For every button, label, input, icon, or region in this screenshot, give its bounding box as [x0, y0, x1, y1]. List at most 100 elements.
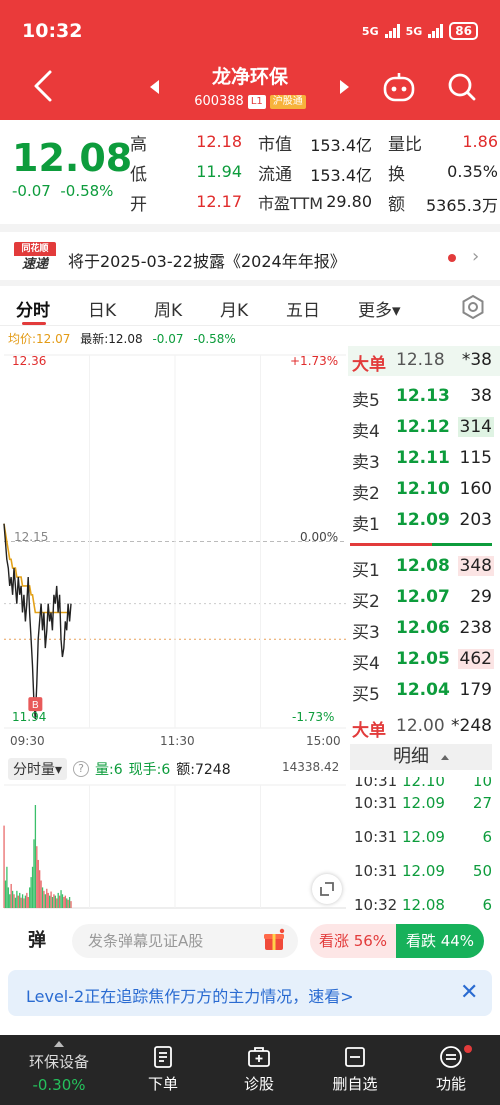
- bearish-vote-button[interactable]: 看跌 44%: [396, 924, 484, 958]
- network-label-2: 5G: [405, 24, 423, 38]
- document-icon: [154, 1046, 172, 1068]
- volume-bar: [58, 895, 61, 908]
- volume-bar: [40, 880, 42, 908]
- float-label: 流通: [258, 165, 292, 185]
- big-sell-price: 12.18: [396, 350, 445, 370]
- trade-price: 12.09: [402, 862, 445, 880]
- announcement-bar[interactable]: 同花顺 速递 将于2025-03-22披露《2024年年报》 ›: [0, 224, 500, 276]
- tab-daily-k[interactable]: 日K: [88, 296, 116, 321]
- network-label-1: 5G: [361, 24, 379, 38]
- current-hand-value: 现手:6: [128, 762, 171, 778]
- volume-bar: [51, 897, 54, 908]
- status-time: 10:32: [22, 20, 83, 42]
- market-tag: 沪股通: [269, 94, 306, 109]
- volume-bar: [57, 892, 59, 908]
- nav-diagnose[interactable]: 诊股: [214, 1043, 304, 1094]
- level2-banner-text: Level-2正在追踪焦作万方的主力情况，速看>: [26, 987, 354, 1006]
- battery-icon: 86: [449, 22, 478, 40]
- trade-volume: 6: [482, 828, 492, 846]
- nav-remove-watchlist[interactable]: 删自选: [310, 1043, 400, 1094]
- menu-circle-icon: [440, 1046, 462, 1068]
- ask-volume: 203: [459, 510, 492, 530]
- nav-remove-label: 删自选: [332, 1075, 378, 1093]
- bid-row[interactable]: 买3 12.06 238: [348, 614, 494, 644]
- y-axis-bottom: 11.94: [12, 710, 47, 724]
- tab-monthly-k[interactable]: 月K: [220, 296, 248, 321]
- pct-axis-mid: 0.00%: [300, 530, 339, 544]
- volume-header: 分时量▾ ? 量:6 现手:6 额:7248: [8, 758, 231, 780]
- danmu-icon[interactable]: 弹: [28, 926, 46, 952]
- mktcap-label: 市值: [258, 135, 292, 155]
- expand-icon[interactable]: [312, 874, 342, 904]
- volume-bar: [68, 897, 71, 908]
- logo-top-text: 同花顺: [14, 242, 56, 256]
- volume-value: 量:6: [95, 762, 123, 778]
- level-tag: L1: [247, 94, 266, 109]
- ask-row[interactable]: 卖1 12.09 203: [348, 506, 494, 536]
- settings-icon[interactable]: [460, 294, 486, 320]
- tab-more[interactable]: 更多▾: [358, 296, 401, 321]
- help-icon[interactable]: ?: [73, 761, 90, 777]
- big-buy-row[interactable]: 大单 12.00 *248: [348, 712, 494, 742]
- ask-price: 12.13: [396, 386, 450, 406]
- ask-row[interactable]: 卖2 12.10 160: [348, 475, 494, 505]
- trade-price: 12.08: [402, 896, 445, 914]
- nav-functions[interactable]: 功能: [406, 1043, 496, 1094]
- volume-bar: [56, 898, 58, 908]
- level2-banner[interactable]: Level-2正在追踪焦作万方的主力情况，速看> ✕: [8, 970, 492, 1016]
- ask-row[interactable]: 卖5 12.13 38: [348, 382, 494, 412]
- nav-order-label: 下单: [147, 1075, 178, 1093]
- sector-button[interactable]: 环保设备 -0.30%: [14, 1041, 104, 1094]
- tab-intraday[interactable]: 分时: [16, 296, 50, 321]
- bid-row[interactable]: 买2 12.07 29: [348, 583, 494, 613]
- bid-row[interactable]: 买4 12.05 462: [348, 645, 494, 675]
- latest-price-info: 最新:12.08: [80, 332, 143, 346]
- trade-detail-header[interactable]: 明细: [350, 744, 492, 770]
- turnover-label: 换: [388, 165, 405, 185]
- next-stock-icon[interactable]: [340, 80, 349, 94]
- bid-row[interactable]: 买5 12.04 179: [348, 676, 494, 706]
- pct-axis-top: +1.73%: [290, 354, 339, 368]
- float-value: 153.4亿: [310, 166, 372, 185]
- volume-bar: [61, 894, 64, 908]
- trade-row: 10:32 12.08 6: [354, 892, 492, 918]
- volume-bar: [43, 890, 45, 908]
- bid-row[interactable]: 买1 12.08 348: [348, 552, 494, 582]
- volume-bar: [70, 901, 72, 908]
- volume-bar: [16, 890, 18, 908]
- big-sell-row[interactable]: 大单 12.18 *38: [348, 346, 494, 376]
- bid-label: 买4: [352, 654, 380, 674]
- search-icon[interactable]: [446, 71, 478, 103]
- book-divider-red: [350, 543, 432, 546]
- volume-bar: [37, 859, 39, 908]
- nav-functions-label: 功能: [435, 1075, 466, 1093]
- volume-bar: [11, 890, 14, 908]
- ask-label: 卖1: [352, 515, 380, 535]
- big-buy-price: 12.00: [396, 716, 445, 736]
- ask-row[interactable]: 卖4 12.12 314: [348, 413, 494, 443]
- ask-row[interactable]: 卖3 12.11 115: [348, 444, 494, 474]
- tab-five-day[interactable]: 五日: [286, 296, 320, 321]
- trade-volume: 6: [482, 896, 492, 914]
- volume-max-label: 14338.42: [282, 760, 340, 774]
- tab-weekly-k[interactable]: 周K: [154, 296, 182, 321]
- danmu-bar: 弹 发条弹幕见证A股 看涨 56% 看跌 44%: [0, 916, 500, 964]
- bid-label: 买3: [352, 623, 380, 643]
- close-icon[interactable]: ✕: [460, 980, 478, 1005]
- gift-icon[interactable]: [262, 928, 286, 952]
- bid-price: 12.05: [396, 649, 450, 669]
- trade-row: 10:31 12.09 6: [354, 824, 492, 850]
- trade-detail-label: 明细: [393, 746, 429, 767]
- trade-price: 12.09: [402, 794, 445, 812]
- nav-order[interactable]: 下单: [118, 1043, 208, 1094]
- volume-bar: [20, 897, 22, 908]
- trade-row: 10:31 12.09 50: [354, 858, 492, 884]
- intraday-chart[interactable]: B: [0, 345, 348, 915]
- bid-label: 买2: [352, 592, 380, 612]
- volume-bar: [10, 883, 12, 908]
- robot-assistant-icon[interactable]: [382, 70, 416, 104]
- low-label: 低: [130, 165, 147, 185]
- stock-code: 600388: [194, 94, 244, 109]
- volume-type-selector[interactable]: 分时量▾: [8, 758, 68, 780]
- bullish-vote-button[interactable]: 看涨 56%: [310, 924, 396, 958]
